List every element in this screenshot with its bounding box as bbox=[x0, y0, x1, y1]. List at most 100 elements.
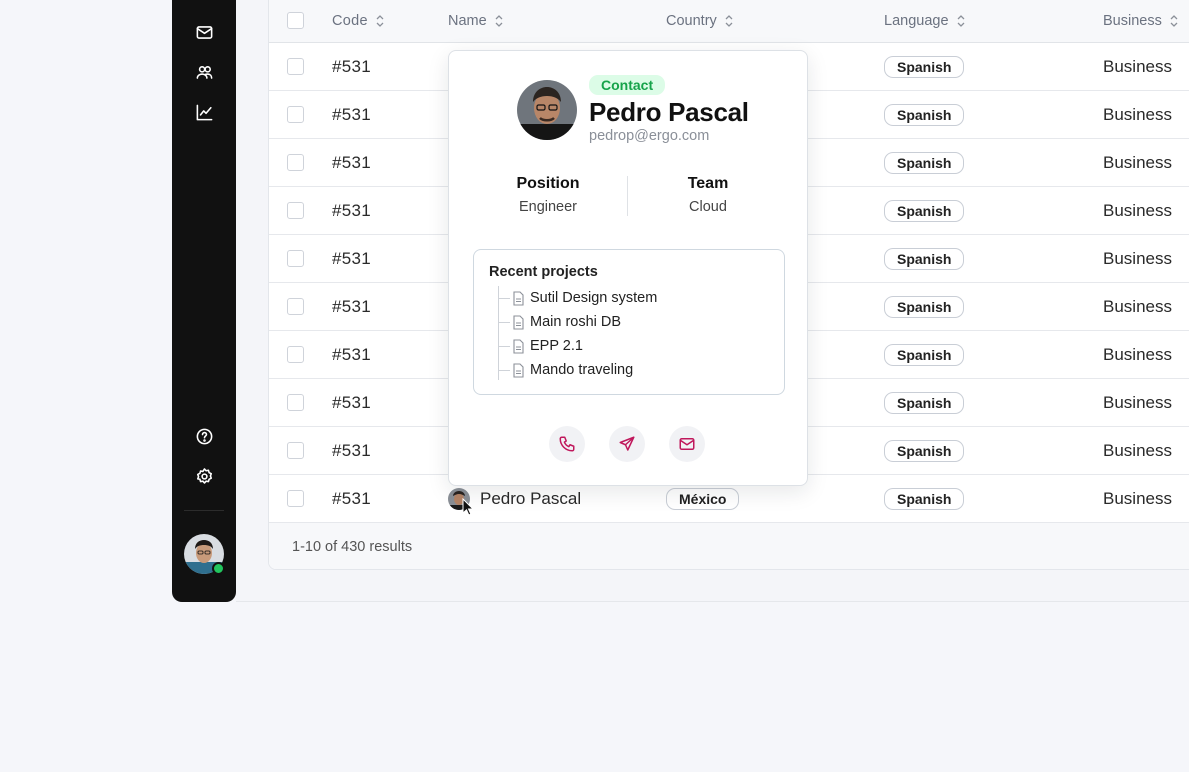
phone-icon bbox=[559, 436, 575, 452]
sidebar-divider bbox=[184, 510, 224, 511]
settings-icon[interactable] bbox=[192, 464, 216, 488]
language-pill: Spanish bbox=[884, 487, 965, 510]
business-cell: Business bbox=[1103, 488, 1172, 508]
sort-icon bbox=[1170, 14, 1178, 27]
business-cell: Business bbox=[1103, 248, 1172, 268]
stat-divider bbox=[627, 176, 628, 216]
position-stat: Position Engineer bbox=[478, 175, 618, 215]
code-cell: #531 bbox=[332, 104, 372, 124]
language-pill: Spanish bbox=[884, 391, 965, 414]
sidebar bbox=[172, 0, 236, 602]
language-pill: Spanish bbox=[884, 151, 965, 174]
row-checkbox[interactable] bbox=[287, 394, 304, 411]
mail-icon bbox=[679, 438, 695, 450]
team-stat: Team Cloud bbox=[638, 175, 778, 215]
language-pill: Spanish bbox=[884, 55, 965, 78]
contact-actions bbox=[549, 426, 709, 462]
online-status-dot bbox=[212, 562, 225, 575]
file-icon bbox=[513, 290, 524, 306]
team-value: Cloud bbox=[689, 199, 727, 215]
code-cell: #531 bbox=[332, 344, 372, 364]
project-name: Mando traveling bbox=[530, 362, 634, 378]
help-icon[interactable] bbox=[192, 424, 216, 448]
select-all-checkbox[interactable] bbox=[287, 12, 304, 29]
business-cell: Business bbox=[1103, 440, 1172, 460]
contact-email[interactable]: pedrop@ergo.com bbox=[589, 128, 709, 144]
language-pill: Spanish bbox=[884, 247, 965, 270]
call-button[interactable] bbox=[549, 426, 585, 462]
table-header: Code Name Country Language Business bbox=[269, 0, 1189, 43]
language-cell: Spanish bbox=[884, 283, 965, 330]
popover-contact-name: Pedro Pascal bbox=[589, 97, 749, 127]
project-name: Main roshi DB bbox=[530, 314, 622, 330]
row-checkbox[interactable] bbox=[287, 250, 304, 267]
project-item[interactable]: Main roshi DB bbox=[498, 312, 621, 332]
position-value: Engineer bbox=[518, 199, 578, 215]
contact-name[interactable]: Pedro Pascal bbox=[480, 489, 581, 509]
column-header-name[interactable]: Name bbox=[448, 0, 503, 42]
project-item[interactable]: EPP 2.1 bbox=[498, 336, 583, 356]
pagination-summary: 1-10 of 430 results bbox=[269, 523, 1189, 569]
language-pill: Spanish bbox=[884, 295, 965, 318]
language-pill: Spanish bbox=[884, 199, 965, 222]
language-cell: Spanish bbox=[884, 139, 965, 186]
chart-icon[interactable] bbox=[192, 100, 216, 124]
code-cell: #531 bbox=[332, 488, 372, 508]
language-pill: Spanish bbox=[884, 343, 965, 366]
file-icon bbox=[513, 338, 524, 354]
column-header-business[interactable]: Business bbox=[1103, 0, 1178, 42]
business-cell: Business bbox=[1103, 152, 1172, 172]
business-cell: Business bbox=[1103, 56, 1172, 76]
business-cell: Business bbox=[1103, 200, 1172, 220]
code-cell: #531 bbox=[332, 248, 372, 268]
user-avatar[interactable] bbox=[184, 534, 225, 575]
column-header-language[interactable]: Language bbox=[884, 0, 965, 42]
sort-icon bbox=[495, 14, 503, 27]
users-icon[interactable] bbox=[192, 60, 216, 84]
column-header-country[interactable]: Country bbox=[666, 0, 733, 42]
team-label: Team bbox=[687, 175, 729, 192]
business-cell: Business bbox=[1103, 392, 1172, 412]
business-cell: Business bbox=[1103, 104, 1172, 124]
mouse-cursor-icon bbox=[462, 498, 474, 516]
mail-icon[interactable] bbox=[192, 20, 216, 44]
language-cell: Spanish bbox=[884, 427, 965, 474]
language-cell: Spanish bbox=[884, 379, 965, 426]
recent-projects-box: Recent projects Sutil Design system Main… bbox=[473, 249, 785, 395]
sort-icon bbox=[725, 14, 733, 27]
project-name: EPP 2.1 bbox=[530, 338, 583, 354]
code-cell: #531 bbox=[332, 440, 372, 460]
project-item[interactable]: Mando traveling bbox=[498, 360, 633, 380]
column-header-code[interactable]: Code bbox=[332, 0, 384, 42]
row-checkbox[interactable] bbox=[287, 298, 304, 315]
project-name: Sutil Design system bbox=[530, 290, 658, 306]
code-cell: #531 bbox=[332, 392, 372, 412]
row-checkbox[interactable] bbox=[287, 490, 304, 507]
email-button[interactable] bbox=[669, 426, 705, 462]
code-cell: #531 bbox=[332, 200, 372, 220]
file-icon bbox=[513, 314, 524, 330]
row-checkbox[interactable] bbox=[287, 58, 304, 75]
row-checkbox[interactable] bbox=[287, 154, 304, 171]
row-checkbox[interactable] bbox=[287, 202, 304, 219]
send-message-button[interactable] bbox=[609, 426, 645, 462]
row-checkbox[interactable] bbox=[287, 442, 304, 459]
row-checkbox[interactable] bbox=[287, 106, 304, 123]
language-cell: Spanish bbox=[884, 43, 965, 90]
contact-badge: Contact bbox=[589, 75, 666, 95]
code-cell: #531 bbox=[332, 152, 372, 172]
row-checkbox[interactable] bbox=[287, 346, 304, 363]
position-label: Position bbox=[516, 175, 580, 192]
language-cell: Spanish bbox=[884, 475, 965, 522]
send-icon bbox=[619, 436, 635, 451]
language-cell: Spanish bbox=[884, 331, 965, 378]
language-cell: Spanish bbox=[884, 91, 965, 138]
sort-icon bbox=[376, 14, 384, 27]
business-cell: Business bbox=[1103, 296, 1172, 316]
file-icon bbox=[513, 362, 524, 378]
language-pill: Spanish bbox=[884, 439, 965, 462]
sort-icon bbox=[957, 14, 964, 27]
project-item[interactable]: Sutil Design system bbox=[498, 288, 657, 308]
language-cell: Spanish bbox=[884, 235, 965, 282]
country-pill: México bbox=[666, 487, 740, 510]
